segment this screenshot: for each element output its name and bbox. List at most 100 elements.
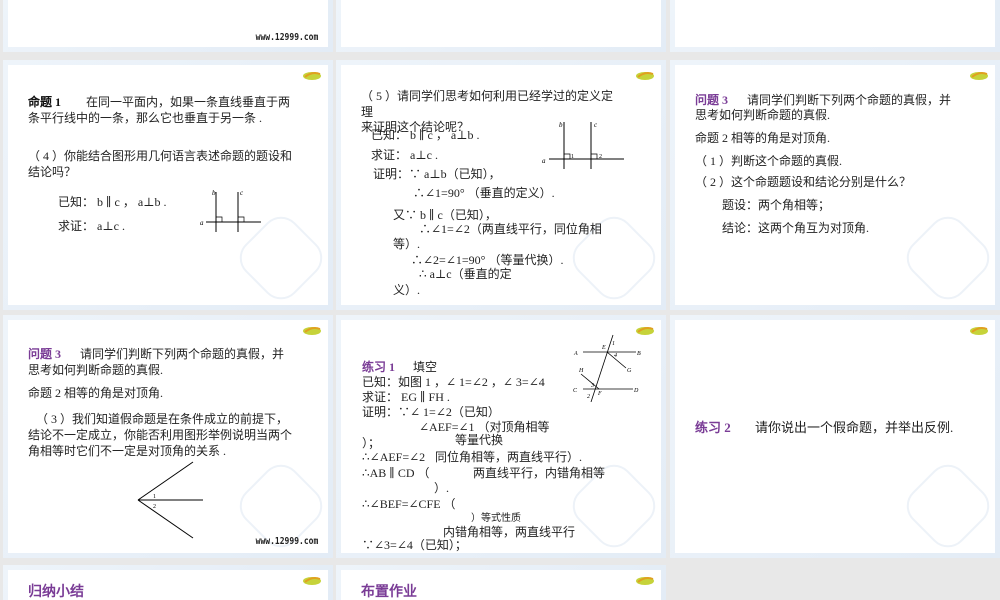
- svg-text:F: F: [597, 391, 602, 397]
- svg-text:4: 4: [614, 352, 617, 359]
- logo-icon: [302, 576, 322, 586]
- slide-thumbnail-10[interactable]: 归纳小结: [3, 565, 333, 600]
- svg-text:E: E: [601, 345, 606, 351]
- proof-line: ∴∠1=90° （垂直的定义）.: [413, 186, 555, 200]
- site-watermark: www.12999.com: [255, 32, 318, 43]
- slide-thumbnail-5[interactable]: （ 5 ）请同学们思考如何利用已经学过的定义定 理 来证明这个结论呢？ 已知： …: [336, 60, 666, 310]
- site-watermark: www.12999.com: [255, 536, 318, 547]
- slide-thumbnail-2[interactable]: [336, 0, 666, 52]
- watermark: [898, 456, 995, 553]
- conclusion-text: 结论：这两个角互为对顶角.: [722, 221, 870, 235]
- slide-thumbnail-9[interactable]: 练习 2 请你说出一个假命题，并举出反例.: [670, 315, 1000, 558]
- exercise-line: 求证： EG ∥ FH .: [362, 390, 450, 404]
- question-text: （ 5 ）请同学们思考如何利用已经学过的定义定: [361, 89, 614, 103]
- proof-line: 证明：∵ a⊥b（已知），: [373, 167, 501, 181]
- given-text: 已知： b ∥ c ， a⊥b .: [371, 128, 480, 142]
- exercise-subtitle: 填空: [413, 360, 438, 374]
- proof-line: 又∵ b ∥ c（已知），: [393, 208, 497, 222]
- given-text: 已知： b ∥ c ， a⊥b .: [58, 195, 167, 209]
- slide-thumbnail-6[interactable]: 问题 3 请同学们判断下列两个命题的真假，并 思考如何判断命题的真假. 命题 2…: [670, 60, 1000, 310]
- perpendicular-diagram: b c a: [200, 189, 261, 232]
- logo-icon: [635, 71, 655, 81]
- svg-text:A: A: [573, 351, 578, 357]
- angle-diagram: 12: [137, 461, 203, 539]
- exercise-title: 练习 2: [695, 420, 731, 435]
- exercise-line: ）等式性质: [471, 513, 521, 524]
- svg-text:1: 1: [612, 341, 615, 347]
- logo-icon: [302, 71, 322, 81]
- question-text: 理: [361, 105, 374, 119]
- slide-thumbnail-3[interactable]: [670, 0, 1000, 52]
- logo-icon: [635, 576, 655, 586]
- svg-text:b: b: [559, 121, 563, 129]
- prove-text: 求证： a⊥c .: [58, 219, 125, 233]
- question-text: （ 3 ）我们知道假命题是在条件成立的前提下，: [36, 412, 289, 426]
- parallel-lines-diagram: A E1 4 B G H C 3F D 2: [573, 334, 641, 402]
- question-text: 请同学们判断下列两个命题的真假，并: [80, 347, 285, 361]
- exercise-text: 请你说出一个假命题，并举出反例.: [755, 420, 954, 435]
- question-text: 请同学们判断下列两个命题的真假，并: [747, 93, 952, 107]
- svg-text:3: 3: [590, 383, 594, 389]
- exercise-line: ∴∠AEF=∠2: [362, 450, 426, 464]
- hypothesis-text: 题设：两个角相等；: [722, 198, 831, 212]
- exercise-line: 两直线平行，内错角相等: [473, 466, 606, 480]
- logo-icon: [969, 326, 989, 336]
- exercise-line: ∵∠3=∠4（已知）；: [362, 538, 467, 552]
- proposition-text: 命题 2 相等的角是对顶角.: [695, 131, 831, 145]
- proposition-title: 命题 1: [28, 95, 62, 109]
- svg-text:2: 2: [153, 504, 156, 510]
- svg-text:a: a: [542, 157, 546, 165]
- question-text: 思考如何判断命题的真假.: [28, 363, 164, 377]
- exercise-line: ）.: [434, 481, 450, 495]
- logo-icon: [302, 326, 322, 336]
- svg-text:c: c: [240, 189, 244, 197]
- homework-title: 布置作业: [361, 585, 417, 600]
- slide-thumbnail-7[interactable]: 问题 3 请同学们判断下列两个命题的真假，并 思考如何判断命题的真假. 命题 2…: [3, 315, 333, 558]
- question-title: 问题 3: [695, 93, 729, 107]
- svg-text:2: 2: [599, 154, 602, 160]
- exercise-line: 证明：∵∠ 1=∠2（已知）: [362, 405, 500, 419]
- slide-thumbnail-4[interactable]: 命题 1 在同一平面内，如果一条直线垂直于两 条平行线中的一条，那么它也垂直于另…: [3, 60, 333, 310]
- proof-line: 义）.: [393, 283, 421, 297]
- exercise-line: ）；: [362, 436, 381, 450]
- svg-text:1: 1: [153, 494, 156, 500]
- svg-text:D: D: [633, 388, 639, 394]
- question-text: （ 1 ）判断这个命题的真假.: [695, 154, 843, 168]
- question-text: 角相等时它们不一定是对顶角的关系 .: [28, 444, 227, 458]
- exercise-title: 练习 1: [362, 360, 396, 374]
- prove-text: 求证： a⊥c .: [371, 148, 438, 162]
- svg-text:a: a: [200, 219, 204, 227]
- proposition-text: 条平行线中的一条，那么它也垂直于另一条 .: [28, 111, 263, 125]
- question-title: 问题 3: [28, 347, 62, 361]
- proof-line: ∴∠2=∠1=90° （等量代换）.: [411, 253, 564, 267]
- proof-line: 等）.: [393, 237, 421, 251]
- slide-thumbnail-11[interactable]: 布置作业: [336, 565, 666, 600]
- question-text: （ 2 ）这个命题题设和结论分别是什么？: [695, 175, 912, 189]
- svg-text:c: c: [594, 121, 598, 129]
- proposition-text: 命题 2 相等的角是对顶角.: [28, 386, 164, 400]
- slide-thumbnail-8[interactable]: 练习 1 填空 已知：如图 1 ，∠ 1=∠2 ，∠ 3=∠4 求证： EG ∥…: [336, 315, 666, 558]
- svg-text:b: b: [212, 189, 216, 197]
- svg-text:C: C: [573, 388, 578, 394]
- svg-text:H: H: [578, 368, 584, 374]
- proposition-text: 在同一平面内，如果一条直线垂直于两: [86, 95, 291, 109]
- exercise-line: 等量代换: [455, 433, 504, 447]
- exercise-line: 已知：如图 1 ，∠ 1=∠2 ，∠ 3=∠4: [362, 375, 545, 389]
- question-text: 思考如何判断命题的真假.: [695, 108, 831, 122]
- question-text: （ 4 ）你能结合图形用几何语言表述命题的题设和: [28, 149, 293, 163]
- summary-title: 归纳小结: [28, 585, 84, 600]
- exercise-line: 同位角相等，两直线平行）.: [435, 450, 583, 464]
- proof-line: ∴ a⊥c（垂直的定: [419, 267, 512, 281]
- exercise-line: ∴AB ∥ CD （: [362, 466, 430, 480]
- question-text: 结论吗？: [28, 165, 77, 179]
- question-text: 结论不一定成立，你能否利用图形举例说明当两个: [28, 428, 293, 442]
- svg-text:G: G: [627, 368, 632, 374]
- exercise-line: ∴∠BEF=∠CFE （: [362, 497, 456, 511]
- slide-thumbnail-1[interactable]: www.12999.com: [3, 0, 333, 52]
- proof-line: ∴∠1=∠2（两直线平行，同位角相: [419, 222, 602, 236]
- watermark: [898, 208, 995, 305]
- svg-text:1: 1: [571, 154, 574, 160]
- svg-text:2: 2: [587, 394, 590, 400]
- svg-text:B: B: [637, 351, 641, 357]
- logo-icon: [969, 71, 989, 81]
